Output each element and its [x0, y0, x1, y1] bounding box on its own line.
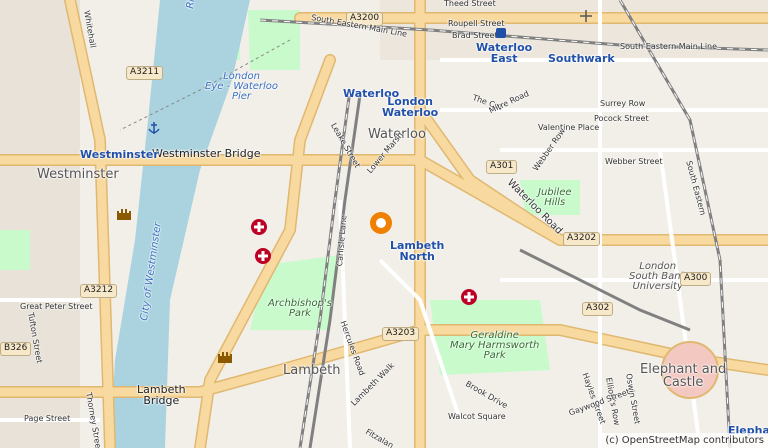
park-label-jubilee-hills: Jubilee Hills: [538, 187, 572, 208]
university-label: London South Bank University: [629, 261, 687, 292]
station-label-waterloo-east[interactable]: Waterloo East: [476, 42, 532, 64]
station-label-southwark[interactable]: Southwark: [548, 53, 615, 64]
pier-label-london-eye: London Eye - Waterloo Pier: [205, 71, 279, 102]
station-icon[interactable]: [496, 28, 506, 38]
park-label-archbishops: Archbishop's Park: [268, 298, 332, 319]
area-label-westminster: Westminster: [37, 167, 119, 182]
street-label-page-street: Page Street: [24, 414, 71, 423]
hospital-icon[interactable]: [460, 288, 478, 306]
street-label-roupell-street: Roupell Street: [448, 19, 505, 28]
road-shield-b326: B326: [0, 342, 32, 356]
street-label-thead-street: Theed Street: [444, 0, 496, 8]
hospital-icon[interactable]: [250, 218, 268, 236]
area-label-elephant-and-castle: Elephant and Castle: [640, 362, 727, 390]
windmill-icon: [580, 10, 592, 22]
street-label-walcot-square: Walcot Square: [448, 412, 506, 421]
road-shield-a3212: A3212: [80, 284, 118, 298]
area-label-lambeth: Lambeth: [283, 363, 341, 378]
marker-icon[interactable]: [368, 210, 394, 240]
station-label-lambeth-north[interactable]: Lambeth North: [390, 240, 444, 262]
railway-label-south-eastern-main-line-right: South Eastern Main Line: [620, 42, 718, 51]
castle-icon[interactable]: [217, 350, 233, 364]
street-label-pocock-street: Pocock Street: [594, 114, 649, 123]
bridge-label-westminster: Westminster Bridge: [152, 147, 261, 160]
street-label-great-peter-street: Great Peter Street: [20, 302, 93, 311]
castle-icon[interactable]: [116, 207, 132, 221]
hospital-icon[interactable]: [254, 247, 272, 265]
station-label-london-waterloo[interactable]: London Waterloo: [382, 96, 438, 118]
map-attribution[interactable]: (c) OpenStreetMap contributors: [601, 433, 768, 448]
road-shield-a301: A301: [486, 160, 518, 174]
road-shield-a300: A300: [680, 272, 712, 286]
bridge-label-lambeth: Lambeth Bridge: [137, 383, 186, 407]
street-label-brad-street: Brad Street: [452, 31, 498, 40]
map-canvas[interactable]: Waterloo Westminster Lambeth Elephant an…: [0, 0, 768, 448]
park-label-geraldine: Geraldine Mary Harmsworth Park: [450, 330, 540, 361]
road-shield-a3203: A3203: [382, 327, 420, 341]
road-shield-a3211: A3211: [126, 66, 164, 80]
road-shield-a302: A302: [582, 302, 614, 316]
station-label-westminster[interactable]: Westminster: [80, 149, 159, 160]
pier-anchor-icon: [148, 122, 160, 134]
street-label-surrey-row: Surrey Row: [600, 99, 646, 108]
road-shield-a3202: A3202: [563, 232, 601, 246]
street-label-valentine-place: Valentine Place: [538, 123, 600, 132]
street-label-webber-street: Webber Street: [605, 157, 663, 166]
